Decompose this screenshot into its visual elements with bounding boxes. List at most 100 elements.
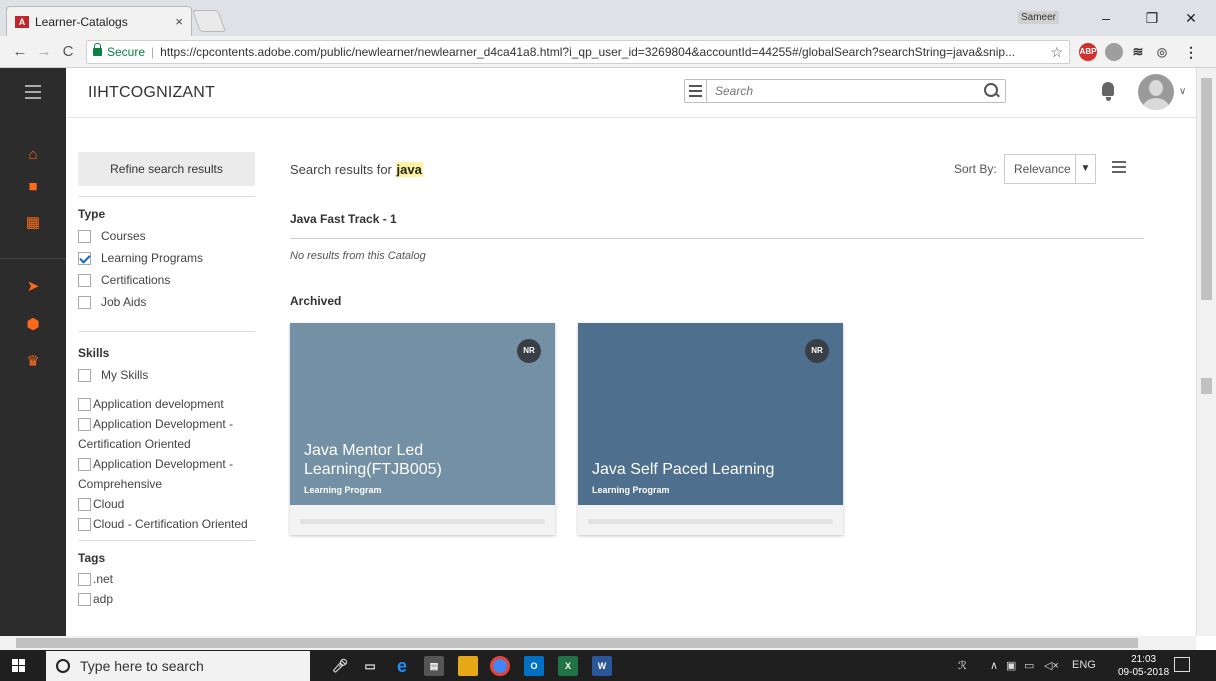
catalog-book-icon[interactable]: ■ bbox=[24, 178, 42, 196]
browser-tab[interactable]: A Learner-Catalogs × bbox=[6, 6, 192, 36]
checkbox[interactable] bbox=[78, 273, 91, 287]
refine-search-button[interactable]: Refine search results bbox=[78, 152, 255, 186]
checkbox[interactable] bbox=[78, 592, 91, 606]
sort-select[interactable]: Relevance ▼ bbox=[1004, 154, 1096, 184]
tab-close-icon[interactable]: × bbox=[175, 14, 183, 29]
card-title[interactable]: Java Mentor Led Learning(FTJB005) bbox=[304, 441, 534, 479]
checkbox[interactable] bbox=[78, 368, 91, 382]
card-title[interactable]: Java Self Paced Learning bbox=[592, 460, 822, 479]
camera-extension-icon[interactable]: ◎ bbox=[1153, 43, 1171, 61]
chevron-down-icon[interactable]: ▼ bbox=[1075, 155, 1095, 183]
filter-tags-heading: Tags bbox=[78, 551, 106, 565]
checkbox[interactable] bbox=[78, 418, 91, 432]
apps-grid-icon[interactable]: ▦ bbox=[24, 214, 42, 232]
search-box bbox=[684, 79, 1006, 103]
taskbar-search-field[interactable]: Type here to search bbox=[46, 651, 310, 681]
filter-skill-option[interactable]: Application Development - Comprehensive bbox=[78, 454, 255, 494]
checkbox[interactable] bbox=[78, 498, 91, 512]
sort-label: Sort By: bbox=[954, 162, 997, 176]
notification-bell-icon[interactable] bbox=[1100, 80, 1116, 102]
windows-start-icon[interactable] bbox=[12, 659, 26, 673]
store-icon[interactable]: ▤ bbox=[424, 656, 444, 676]
vertical-scrollbar[interactable] bbox=[1196, 68, 1216, 636]
learning-program-card[interactable]: NR Java Mentor Led Learning(FTJB005) Learn… bbox=[290, 323, 555, 535]
send-icon[interactable]: ➤ bbox=[24, 278, 42, 296]
tray-chevron-icon[interactable]: ∧ bbox=[990, 659, 998, 672]
learning-program-card[interactable]: NR Java Self Paced Learning Learning Progr… bbox=[578, 323, 843, 535]
horizontal-scrollbar[interactable] bbox=[0, 636, 1196, 650]
adblock-extension-icon[interactable]: ABP bbox=[1079, 43, 1097, 61]
main-content: Refine search results Type Courses Learni… bbox=[66, 119, 1196, 636]
bookmark-star-icon[interactable]: ☆ bbox=[1050, 44, 1063, 61]
extension-icon[interactable] bbox=[1105, 43, 1123, 61]
forward-icon[interactable]: → bbox=[34, 42, 54, 62]
inner-scrollbar-thumb[interactable] bbox=[1201, 378, 1212, 394]
filter-tag-option[interactable]: .net bbox=[78, 569, 255, 589]
filter-skill-option[interactable]: Application development bbox=[78, 394, 255, 414]
card-thumbnail[interactable]: NR Java Self Paced Learning Learning Progr… bbox=[578, 323, 843, 505]
volume-icon[interactable]: ◁× bbox=[1044, 659, 1059, 672]
adobe-favicon-icon: A bbox=[15, 15, 29, 28]
filter-type-heading: Type bbox=[78, 207, 106, 221]
avatar[interactable] bbox=[1138, 74, 1174, 110]
checkbox[interactable] bbox=[78, 251, 91, 265]
chevron-down-icon[interactable]: ∨ bbox=[1179, 86, 1186, 97]
chrome-icon[interactable] bbox=[490, 656, 510, 676]
checkbox[interactable] bbox=[78, 295, 91, 309]
action-center-icon[interactable] bbox=[1174, 657, 1190, 672]
card-thumbnail[interactable]: NR Java Mentor Led Learning(FTJB005) Learn… bbox=[290, 323, 555, 505]
filter-type-option[interactable]: Certifications bbox=[78, 269, 255, 291]
scrollbar-thumb[interactable] bbox=[16, 638, 1138, 648]
edge-icon[interactable]: e bbox=[392, 656, 412, 676]
search-icon[interactable] bbox=[981, 81, 1001, 101]
close-window-button[interactable]: ✕ bbox=[1178, 6, 1204, 30]
language-indicator[interactable]: ENG bbox=[1072, 659, 1096, 671]
filter-skill-option[interactable]: Cloud bbox=[78, 494, 255, 514]
people-icon[interactable]: ℛ bbox=[958, 659, 967, 672]
checkbox[interactable] bbox=[78, 572, 91, 586]
filter-skill-option[interactable]: Cloud - Certification Oriented bbox=[78, 514, 255, 534]
checkbox[interactable] bbox=[78, 229, 91, 243]
checkbox[interactable] bbox=[78, 518, 91, 532]
filter-type-option[interactable]: Learning Programs bbox=[78, 247, 255, 269]
url-field[interactable]: Secure | https://cpcontents.adobe.com/pu… bbox=[86, 40, 1070, 64]
minimize-button[interactable]: – bbox=[1093, 6, 1119, 30]
home-icon[interactable]: ⌂ bbox=[24, 146, 42, 164]
chrome-menu-icon[interactable]: ⋮ bbox=[1182, 43, 1200, 61]
search-filter-menu-icon[interactable] bbox=[685, 80, 707, 102]
battery-icon[interactable]: ▭ bbox=[1024, 659, 1034, 672]
tab-title: Learner-Catalogs bbox=[35, 14, 128, 29]
new-tab-button[interactable] bbox=[191, 10, 227, 32]
microphone-icon[interactable]: 🎤︎ bbox=[330, 656, 350, 676]
excel-icon[interactable]: X bbox=[558, 656, 578, 676]
search-input[interactable] bbox=[707, 81, 981, 101]
word-icon[interactable]: W bbox=[592, 656, 612, 676]
hamburger-menu-icon[interactable] bbox=[25, 85, 41, 103]
back-icon[interactable]: ← bbox=[10, 42, 30, 62]
scrollbar-thumb[interactable] bbox=[1201, 78, 1212, 300]
results-label: Search results for java bbox=[290, 162, 423, 177]
task-view-icon[interactable]: ▭ bbox=[360, 656, 380, 676]
brand-name[interactable]: IIHTCOGNIZANT bbox=[88, 84, 215, 102]
reload-icon[interactable]: C bbox=[58, 42, 78, 62]
layers-extension-icon[interactable]: ≋ bbox=[1129, 43, 1147, 61]
maximize-button[interactable]: ❐ bbox=[1139, 6, 1165, 30]
checkbox[interactable] bbox=[78, 458, 91, 472]
filter-tag-option[interactable]: adp bbox=[78, 589, 255, 609]
taskbar-clock[interactable]: 21:03 09-05-2018 bbox=[1118, 653, 1169, 679]
filter-option-label: Cloud bbox=[93, 497, 125, 511]
filter-option-label: Learning Programs bbox=[101, 251, 204, 265]
filter-type-option[interactable]: Job Aids bbox=[78, 291, 255, 313]
file-explorer-icon[interactable] bbox=[458, 656, 478, 676]
filter-type-option[interactable]: Courses bbox=[78, 225, 255, 247]
checkbox[interactable] bbox=[78, 398, 91, 412]
medal-icon[interactable]: ♛ bbox=[24, 353, 42, 371]
list-view-icon[interactable] bbox=[1112, 161, 1126, 176]
badge-shield-icon[interactable]: ⬢ bbox=[24, 316, 42, 334]
filter-my-skills[interactable]: My Skills bbox=[78, 364, 255, 386]
outlook-icon[interactable]: O bbox=[524, 656, 544, 676]
url-text[interactable]: https://cpcontents.adobe.com/public/newl… bbox=[160, 45, 1044, 59]
network-icon[interactable]: ▣ bbox=[1006, 659, 1016, 672]
filter-skill-option[interactable]: Application Development - Certification … bbox=[78, 414, 255, 454]
window-user-badge[interactable]: Sameer bbox=[1018, 11, 1060, 24]
